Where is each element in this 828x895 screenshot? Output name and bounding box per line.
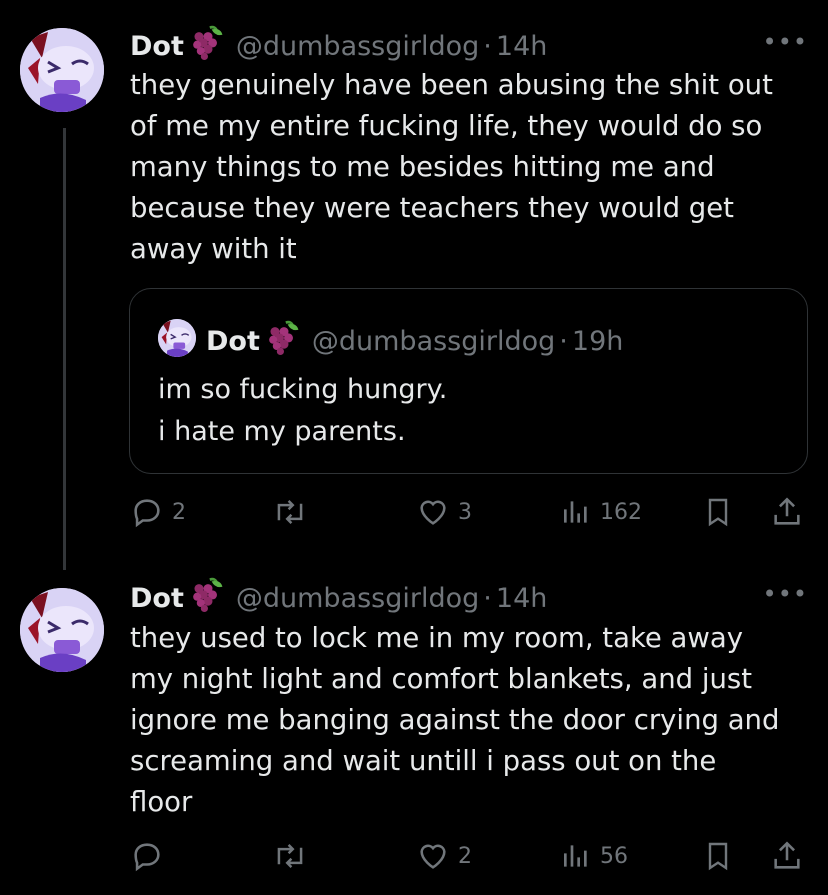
timestamp[interactable]: 14h [496, 583, 547, 614]
quoted-avatar [158, 319, 196, 357]
retweet-button[interactable] [272, 492, 308, 532]
display-name[interactable]: Dot [130, 31, 184, 62]
reply-icon [134, 843, 160, 872]
views-button[interactable]: 162 [560, 492, 642, 532]
tweet-header: Dot @dumbassgirldog · 14h [130, 576, 547, 621]
quoted-tweet[interactable]: Dot @dumbassgirldog · 19h im so fucking hun… [129, 288, 808, 474]
avatar[interactable] [20, 588, 104, 672]
view-count: 56 [600, 843, 628, 869]
share-icon [774, 497, 800, 525]
like-count: 2 [458, 843, 472, 869]
retweet-icon [277, 844, 303, 868]
bookmark-icon [708, 842, 728, 871]
quoted-handle: @dumbassgirldog [311, 326, 556, 357]
avatar-image [158, 319, 196, 357]
more-options-icon[interactable]: ••• [763, 580, 808, 608]
handle[interactable]: @dumbassgirldog [236, 31, 479, 62]
reply-button[interactable] [130, 836, 172, 876]
share-icon [774, 841, 800, 869]
tweet-actions: 2 3 162 [130, 492, 810, 532]
reply-button[interactable]: 2 [130, 492, 186, 532]
grapes-icon [190, 24, 226, 69]
like-button[interactable]: 3 [416, 492, 472, 532]
tweet-header: Dot @dumbassgirldog · 14h [130, 24, 547, 69]
thread-connector-line [63, 128, 66, 570]
reply-count: 2 [172, 499, 186, 525]
like-button[interactable]: 2 [416, 836, 472, 876]
bookmark-icon [708, 498, 728, 527]
separator-dot: · [483, 31, 492, 62]
views-button[interactable]: 56 [560, 836, 628, 876]
analytics-icon [564, 501, 587, 523]
quoted-timestamp: 19h [571, 326, 624, 357]
like-count: 3 [458, 499, 472, 525]
retweet-button[interactable] [272, 836, 308, 876]
share-button[interactable] [770, 836, 804, 876]
tweet-text: they genuinely have been abusing the shi… [130, 69, 773, 265]
tweet-text: they used to lock me in my room, take aw… [130, 622, 780, 818]
reply-icon [134, 499, 160, 528]
more-options-icon[interactable]: ••• [763, 28, 808, 56]
bookmark-button[interactable] [702, 492, 734, 532]
tweet-actions: 2 56 [130, 836, 810, 876]
avatar-image [20, 28, 104, 112]
handle[interactable]: @dumbassgirldog [236, 583, 479, 614]
grapes-icon [190, 576, 226, 621]
timestamp[interactable]: 14h [496, 31, 547, 62]
quoted-tweet-header: Dot @dumbassgirldog · 19h [206, 319, 623, 365]
heart-icon [420, 500, 446, 525]
display-name[interactable]: Dot [130, 583, 184, 614]
separator-dot: · [559, 326, 568, 357]
retweet-icon [277, 500, 303, 524]
grapes-icon [266, 319, 302, 365]
analytics-icon [564, 845, 587, 867]
quoted-display-name: Dot [206, 326, 260, 357]
heart-icon [420, 844, 446, 869]
share-button[interactable] [770, 492, 804, 532]
bookmark-button[interactable] [702, 836, 734, 876]
separator-dot: · [483, 583, 492, 614]
quoted-tweet-text: im so fucking hungry. i hate my parents. [158, 374, 448, 447]
avatar-image [20, 588, 104, 672]
avatar[interactable] [20, 28, 104, 112]
view-count: 162 [600, 499, 642, 525]
